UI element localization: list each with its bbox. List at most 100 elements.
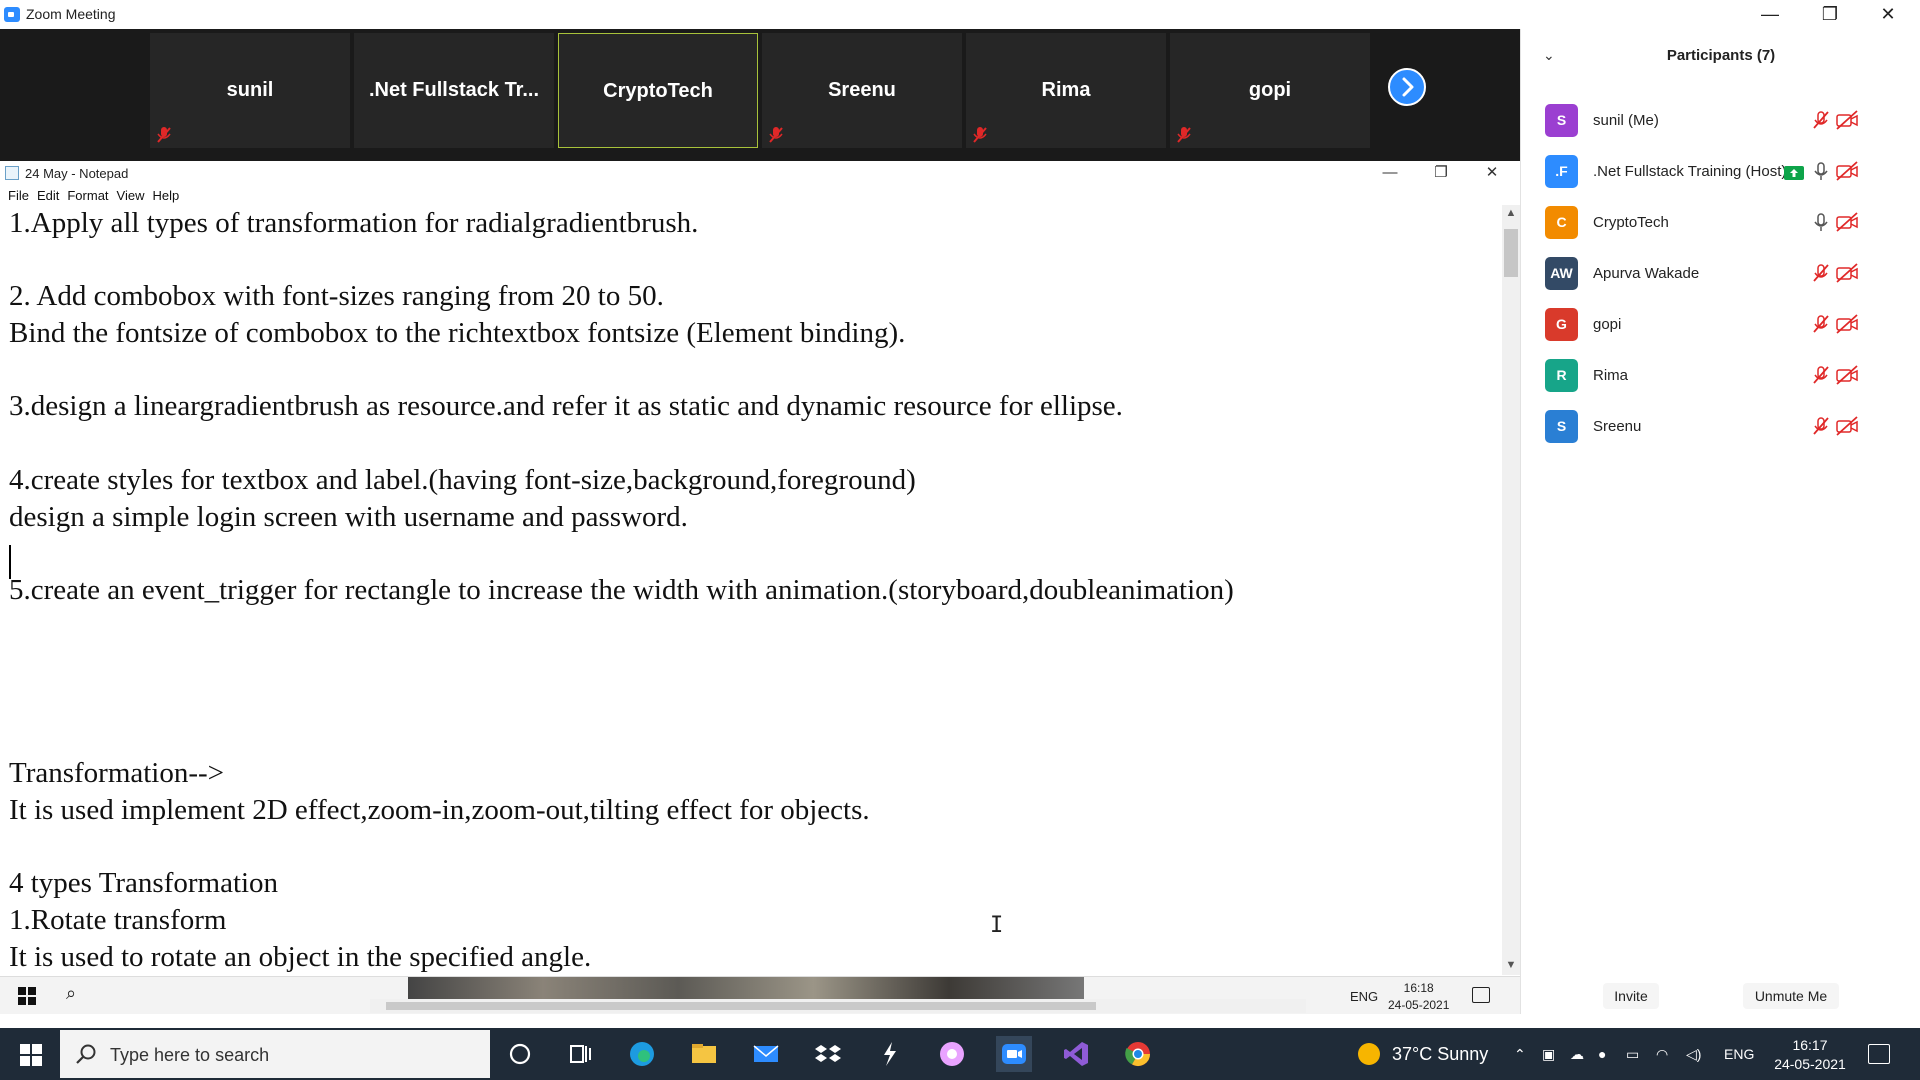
app-icon[interactable] <box>872 1036 908 1072</box>
taskbar-time: 16:17 <box>1792 1037 1828 1053</box>
scroll-thumb[interactable] <box>1504 229 1518 277</box>
vertical-scrollbar[interactable]: ▲ ▼ <box>1502 205 1520 975</box>
horizontal-scroll-thumb[interactable] <box>386 1002 1096 1010</box>
taskbar-date: 24-05-2021 <box>1774 1056 1846 1072</box>
file-explorer-icon[interactable] <box>686 1036 722 1072</box>
volume-icon[interactable]: ◁) <box>1686 1046 1701 1063</box>
action-center-icon[interactable] <box>1868 1044 1890 1064</box>
video-off-icon <box>1835 263 1859 288</box>
dropbox-icon[interactable] <box>810 1036 846 1072</box>
video-tile[interactable]: .Net Fullstack Tr... <box>354 33 554 148</box>
notepad-line: 3.design a lineargradientbrush as resour… <box>9 390 1123 423</box>
zoom-restore-button[interactable]: ❐ <box>1802 0 1858 29</box>
taskbar-search-box[interactable]: Type here to search <box>60 1030 490 1078</box>
mic-muted-icon <box>1811 314 1831 339</box>
video-tile-name: sunil <box>226 79 274 101</box>
video-tile-name: CryptoTech <box>603 80 713 102</box>
participant-row[interactable]: AW Apurva Wakade <box>1521 250 1920 301</box>
menu-edit[interactable]: Edit <box>37 188 59 203</box>
participant-row[interactable]: R Rima <box>1521 352 1920 403</box>
notepad-line <box>9 609 1500 646</box>
avatar: R <box>1545 359 1578 392</box>
participant-row[interactable]: Ssunil (Me) <box>1521 97 1920 148</box>
meet-now-icon[interactable]: ▣ <box>1542 1046 1555 1063</box>
zoom-icon[interactable] <box>996 1036 1032 1072</box>
notepad-line: 2. Add combobox with font-sizes ranging … <box>9 280 664 313</box>
screen-share-icon <box>1784 165 1804 186</box>
participant-row[interactable]: C CryptoTech <box>1521 199 1920 250</box>
menu-format[interactable]: Format <box>67 188 108 203</box>
next-page-button[interactable] <box>1388 68 1426 106</box>
chrome-icon[interactable] <box>1120 1036 1156 1072</box>
video-tile[interactable]: gopi <box>1170 33 1370 148</box>
start-icon[interactable] <box>18 987 36 1005</box>
participant-name: Sreenu <box>1593 418 1642 435</box>
language-indicator[interactable]: ENG <box>1724 1046 1754 1062</box>
video-strip: sunil .Net Fullstack Tr... CryptoTech Sr… <box>0 29 1520 161</box>
video-tile-active-speaker[interactable]: CryptoTech <box>558 33 758 148</box>
microphone-icon[interactable]: ● <box>1598 1046 1606 1062</box>
search-icon[interactable]: ⌕ <box>66 983 76 1004</box>
video-tile-name: Sreenu <box>828 79 896 101</box>
invite-button[interactable]: Invite <box>1603 983 1659 1009</box>
notepad-minimize-button[interactable]: — <box>1365 161 1415 185</box>
battery-icon[interactable]: ▭ <box>1626 1046 1639 1063</box>
zoom-minimize-button[interactable]: — <box>1742 0 1798 29</box>
mic-muted-icon <box>973 127 987 143</box>
menu-file[interactable]: File <box>8 188 29 203</box>
notepad-menubar: File Edit Format View Help <box>0 185 1520 205</box>
video-off-icon <box>1835 212 1859 237</box>
scroll-down-icon[interactable]: ▼ <box>1502 959 1520 971</box>
text-caret <box>9 545 11 579</box>
video-tile-name: gopi <box>1248 79 1292 101</box>
notepad-close-button[interactable]: ✕ <box>1467 161 1517 185</box>
participant-name: Apurva Wakade <box>1593 265 1700 282</box>
chrome-canary-icon[interactable] <box>934 1036 970 1072</box>
notepad-text-area[interactable]: 1.Apply all types of transformation for … <box>0 205 1500 975</box>
wifi-icon[interactable]: ◠ <box>1656 1046 1668 1063</box>
participant-row[interactable]: S Sreenu <box>1521 403 1920 454</box>
video-tile[interactable]: Sreenu <box>762 33 962 148</box>
menu-help[interactable]: Help <box>152 188 179 203</box>
video-tile[interactable]: sunil <box>150 33 350 148</box>
horizontal-scrollbar[interactable] <box>370 999 1306 1013</box>
notepad-line <box>9 645 1500 682</box>
zoom-window-title: Zoom Meeting <box>26 6 116 22</box>
participant-name: .Net Fullstack Training (Host) <box>1593 163 1787 180</box>
weather-text[interactable]: 37°C Sunny <box>1392 1044 1488 1065</box>
cortana-icon[interactable] <box>502 1036 538 1072</box>
chevron-up-icon[interactable]: ⌃ <box>1514 1046 1526 1063</box>
mic-muted-icon <box>1811 110 1831 135</box>
windows-taskbar: Type here to search 37°C Sunny ⌃ ▣ ☁ ● ▭… <box>0 1028 1920 1080</box>
participants-title: Participants (7) <box>1666 47 1776 64</box>
edge-icon[interactable] <box>624 1036 660 1072</box>
zoom-titlebar: Zoom Meeting — ❐ ✕ <box>0 0 1920 29</box>
mic-icon <box>1811 161 1831 186</box>
shared-time: 16:18 <box>1403 981 1434 995</box>
zoom-close-button[interactable]: ✕ <box>1860 0 1916 29</box>
video-tile-name: Rima <box>1041 79 1091 101</box>
menu-view[interactable]: View <box>117 188 145 203</box>
video-tile[interactable]: Rima <box>966 33 1166 148</box>
mail-icon[interactable] <box>748 1036 784 1072</box>
participant-row[interactable]: Ggopi <box>1521 301 1920 352</box>
notepad-restore-button[interactable]: ❐ <box>1416 161 1466 185</box>
search-icon <box>76 1044 96 1064</box>
avatar: S <box>1545 410 1578 443</box>
scroll-up-icon[interactable]: ▲ <box>1502 207 1520 219</box>
shared-date: 24-05-2021 <box>1388 998 1450 1012</box>
notification-icon <box>1472 987 1490 1003</box>
participant-row[interactable]: .F .Net Fullstack Training (Host) <box>1521 148 1920 199</box>
visual-studio-icon[interactable] <box>1058 1036 1094 1072</box>
task-view-icon[interactable] <box>562 1036 598 1072</box>
participant-name: CryptoTech <box>1593 214 1669 231</box>
taskbar-clock[interactable]: 16:17 24-05-2021 <box>1768 1036 1852 1074</box>
video-off-icon <box>1835 416 1859 441</box>
onedrive-icon[interactable]: ☁ <box>1570 1046 1584 1063</box>
windows-start-icon[interactable] <box>20 1044 42 1066</box>
mic-muted-icon <box>1177 127 1191 143</box>
notepad-line: 4 types Transformation <box>9 867 279 900</box>
participant-name: gopi <box>1593 316 1622 333</box>
weather-sun-icon[interactable] <box>1358 1043 1380 1065</box>
unmute-me-button[interactable]: Unmute Me <box>1743 983 1839 1009</box>
